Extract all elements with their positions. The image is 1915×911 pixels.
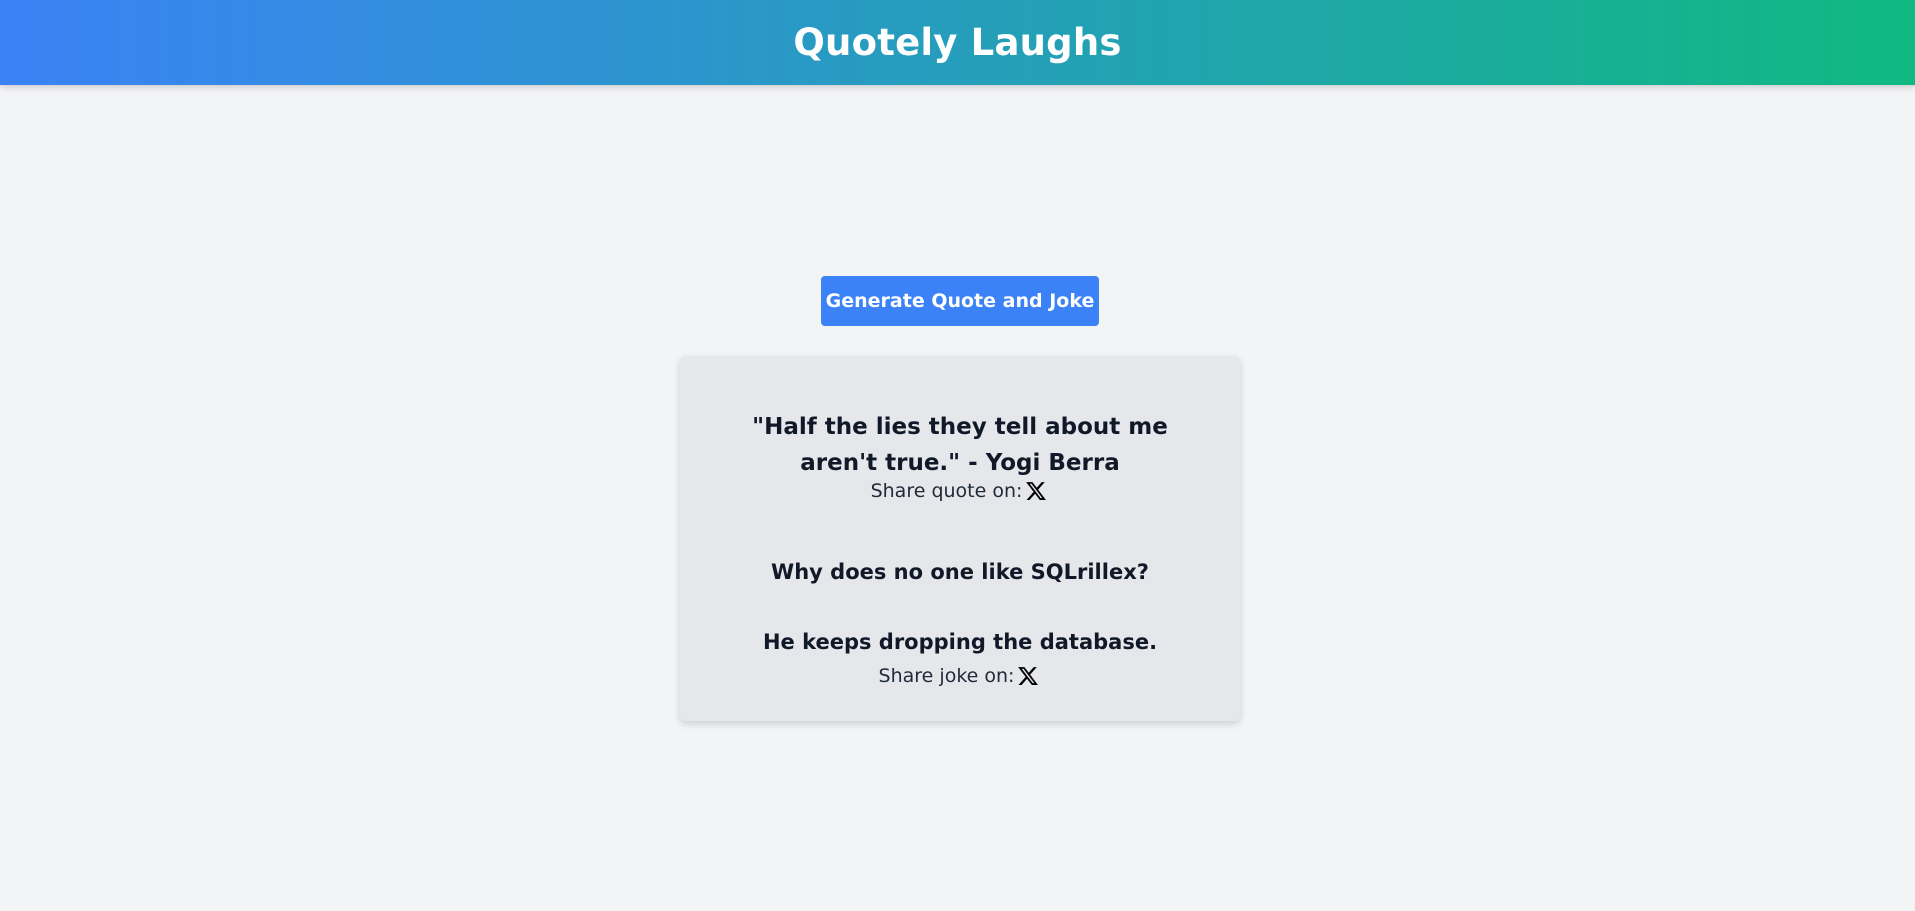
share-joke-label: Share joke on:	[878, 665, 1015, 687]
app-header: Quotely Laughs	[0, 0, 1915, 85]
result-card: "Half the lies they tell about me aren't…	[680, 356, 1240, 721]
share-quote-label: Share quote on:	[870, 480, 1023, 502]
share-quote-row: Share quote on:	[680, 478, 1240, 504]
generate-quote-joke-button[interactable]: Generate Quote and Joke	[821, 276, 1099, 326]
joke-answer: He keeps dropping the database.	[762, 630, 1158, 654]
quote-text: "Half the lies they tell about me aren't…	[752, 414, 1168, 476]
share-quote-x-icon[interactable]	[1023, 478, 1049, 504]
joke-question: Why does no one like SQLrillex?	[771, 560, 1149, 584]
share-joke-x-icon[interactable]	[1015, 663, 1041, 689]
app-title: Quotely Laughs	[793, 21, 1122, 64]
share-joke-row: Share joke on:	[680, 663, 1240, 689]
